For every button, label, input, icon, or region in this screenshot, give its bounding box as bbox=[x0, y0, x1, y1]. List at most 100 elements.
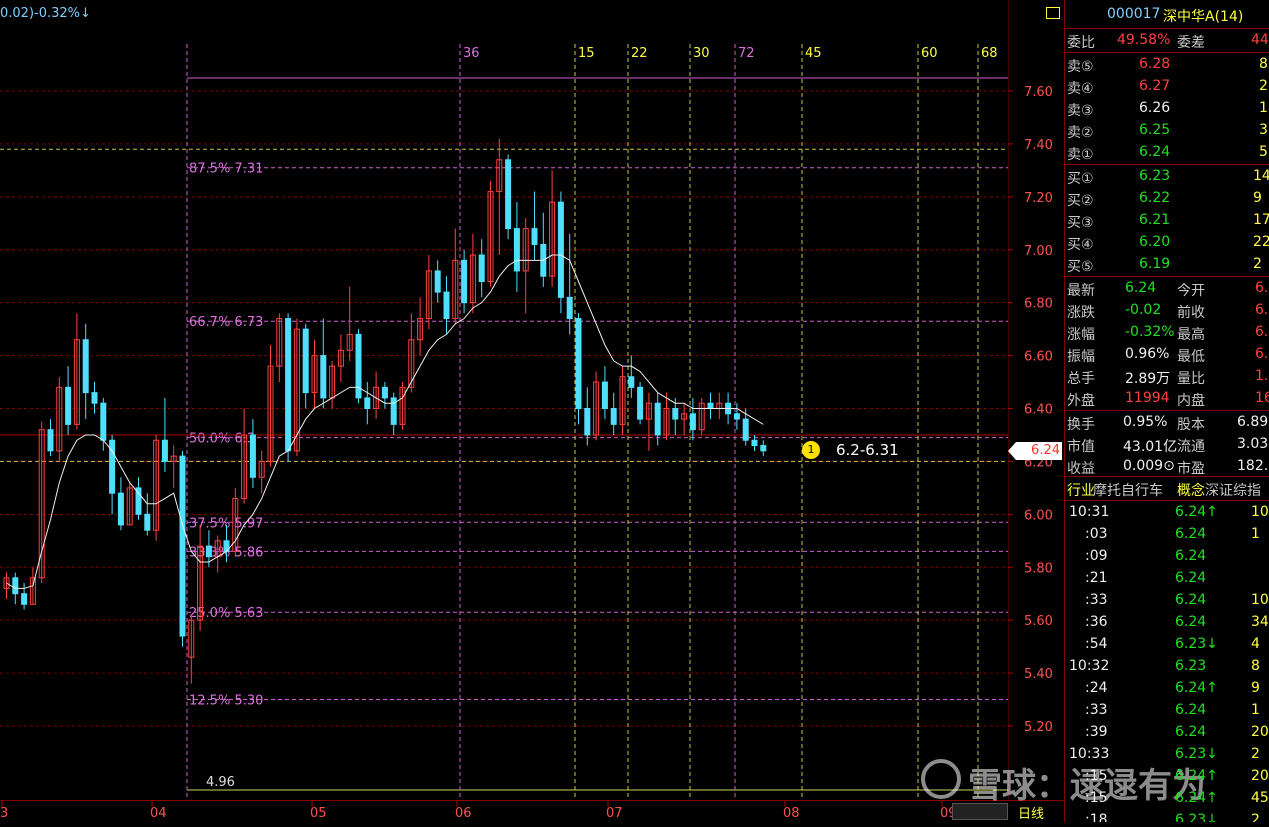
concept-label[interactable]: 概念 bbox=[1177, 480, 1205, 500]
candle[interactable] bbox=[513, 202, 520, 293]
candle[interactable] bbox=[329, 360, 336, 409]
candle[interactable] bbox=[645, 392, 652, 451]
candle[interactable] bbox=[56, 376, 63, 462]
tick-row[interactable]: :54 6.23↓ 4 bbox=[1065, 634, 1269, 656]
industry-value[interactable]: 摩托自行车 bbox=[1093, 480, 1163, 500]
candle[interactable] bbox=[21, 583, 28, 610]
buy-order-row[interactable]: 买① 6.23 14 bbox=[1065, 166, 1269, 188]
candle[interactable] bbox=[276, 313, 283, 383]
candle[interactable] bbox=[65, 366, 72, 435]
candle[interactable] bbox=[346, 286, 353, 361]
tick-row[interactable]: :33 6.24 1 bbox=[1065, 700, 1269, 722]
candle[interactable] bbox=[302, 323, 309, 409]
candle[interactable] bbox=[681, 403, 688, 435]
candle[interactable] bbox=[153, 434, 160, 541]
stat2-row[interactable]: 收益 0.009⊙ 市盈 182. bbox=[1065, 456, 1269, 478]
buy-order-row[interactable]: 买③ 6.21 17 bbox=[1065, 210, 1269, 232]
candle[interactable] bbox=[258, 450, 265, 494]
candle[interactable] bbox=[628, 355, 635, 398]
candle[interactable] bbox=[689, 397, 696, 441]
candle[interactable] bbox=[249, 419, 256, 488]
tick-row[interactable]: :36 6.24 34 bbox=[1065, 612, 1269, 634]
concept-value[interactable]: 深证综指 bbox=[1205, 480, 1261, 500]
stat-row[interactable]: 振幅 0.96% 最低 6. bbox=[1065, 344, 1269, 366]
candle[interactable] bbox=[373, 371, 380, 420]
sell-order-row[interactable]: 卖④ 6.27 2 bbox=[1065, 76, 1269, 98]
tick-row[interactable]: :33 6.24 10 bbox=[1065, 590, 1269, 612]
candle[interactable] bbox=[469, 233, 476, 314]
stat-row[interactable]: 总手 2.89万 量比 1. bbox=[1065, 366, 1269, 388]
candle[interactable] bbox=[760, 440, 767, 457]
candle[interactable] bbox=[522, 218, 529, 314]
candle[interactable] bbox=[707, 392, 714, 420]
sell-order-row[interactable]: 卖① 6.24 5 bbox=[1065, 142, 1269, 164]
candle[interactable] bbox=[584, 387, 591, 446]
candle[interactable] bbox=[434, 260, 441, 303]
sell-order-row[interactable]: 卖② 6.25 3 bbox=[1065, 120, 1269, 142]
kline-chart-svg[interactable]: 87.5% 7.3166.7% 6.7350.0% 6.337.5% 5.973… bbox=[0, 0, 1008, 800]
tick-row[interactable]: :39 6.24 20 bbox=[1065, 722, 1269, 744]
candle[interactable] bbox=[3, 572, 10, 599]
candle[interactable] bbox=[549, 170, 556, 287]
candle[interactable] bbox=[135, 477, 142, 520]
industry-label[interactable]: 行业 bbox=[1067, 480, 1095, 500]
candle[interactable] bbox=[619, 366, 626, 435]
candle[interactable] bbox=[144, 493, 151, 536]
candle[interactable] bbox=[417, 297, 424, 356]
candle[interactable] bbox=[452, 228, 459, 324]
candle[interactable] bbox=[698, 397, 705, 435]
candle[interactable] bbox=[355, 329, 362, 404]
stat2-row[interactable]: 市值 43.01亿 流通 3.03 bbox=[1065, 434, 1269, 456]
candle[interactable] bbox=[82, 323, 89, 420]
tick-row[interactable]: :24 6.24↑ 9 bbox=[1065, 678, 1269, 700]
tick-row[interactable]: :03 6.24 1 bbox=[1065, 524, 1269, 546]
stat-row[interactable]: 外盘 11994 内盘 168 bbox=[1065, 388, 1269, 410]
tick-row[interactable]: :15 6.24↑ 200 bbox=[1065, 766, 1269, 788]
stat2-row[interactable]: 换手 0.95% 股本 6.89 bbox=[1065, 412, 1269, 434]
tick-row[interactable]: 10:32 6.23 8 bbox=[1065, 656, 1269, 678]
candle[interactable] bbox=[716, 392, 723, 420]
candle[interactable] bbox=[337, 334, 344, 383]
tick-row[interactable]: :09 6.24 bbox=[1065, 546, 1269, 568]
candle[interactable] bbox=[170, 445, 177, 488]
candle[interactable] bbox=[566, 233, 573, 335]
candle[interactable] bbox=[540, 212, 547, 287]
tick-row[interactable]: 10:31 6.24↑ 10 bbox=[1065, 502, 1269, 524]
tick-row[interactable]: :21 6.24 bbox=[1065, 568, 1269, 590]
buy-order-row[interactable]: 买② 6.22 9 bbox=[1065, 188, 1269, 210]
candle[interactable] bbox=[381, 382, 388, 409]
sell-order-row[interactable]: 卖③ 6.26 1 bbox=[1065, 98, 1269, 120]
candle[interactable] bbox=[117, 477, 124, 531]
candle[interactable] bbox=[593, 371, 600, 441]
candle[interactable] bbox=[91, 382, 98, 414]
candle[interactable] bbox=[505, 154, 512, 240]
candle[interactable] bbox=[575, 313, 582, 425]
tick-row[interactable]: :18 6.23↓ 2 bbox=[1065, 810, 1269, 822]
candle[interactable] bbox=[461, 249, 468, 314]
candle[interactable] bbox=[390, 392, 397, 435]
candle[interactable] bbox=[610, 392, 617, 435]
candle[interactable] bbox=[637, 382, 644, 425]
tick-row[interactable]: 10:33 6.23↓ 2 bbox=[1065, 744, 1269, 766]
kline-chart[interactable]: 87.5% 7.31 66.7% 6.73 50.0% 6.3 37.5% 5.97 3… bbox=[0, 0, 1008, 800]
candle[interactable] bbox=[496, 138, 503, 256]
sell-order-row[interactable]: 卖⑤ 6.28 8 bbox=[1065, 54, 1269, 76]
candle[interactable] bbox=[126, 482, 133, 526]
candle[interactable] bbox=[443, 276, 450, 335]
candle[interactable] bbox=[179, 450, 186, 647]
candle[interactable] bbox=[241, 408, 248, 504]
stat-row[interactable]: 涨幅 -0.32% 最高 6. bbox=[1065, 322, 1269, 344]
candle[interactable] bbox=[73, 313, 80, 430]
buy-order-row[interactable]: 买④ 6.20 22 bbox=[1065, 232, 1269, 254]
candle[interactable] bbox=[364, 382, 371, 425]
stat-row[interactable]: 涨跌 -0.02 前收 6. bbox=[1065, 300, 1269, 322]
candle[interactable] bbox=[408, 313, 415, 393]
candle[interactable] bbox=[267, 345, 274, 467]
candle[interactable] bbox=[601, 366, 608, 420]
candle[interactable] bbox=[320, 318, 327, 409]
candle[interactable] bbox=[557, 191, 564, 314]
candle[interactable] bbox=[663, 392, 670, 441]
candle[interactable] bbox=[47, 419, 54, 457]
candle[interactable] bbox=[285, 313, 292, 462]
buy-order-row[interactable]: 买⑤ 6.19 2 bbox=[1065, 254, 1269, 276]
